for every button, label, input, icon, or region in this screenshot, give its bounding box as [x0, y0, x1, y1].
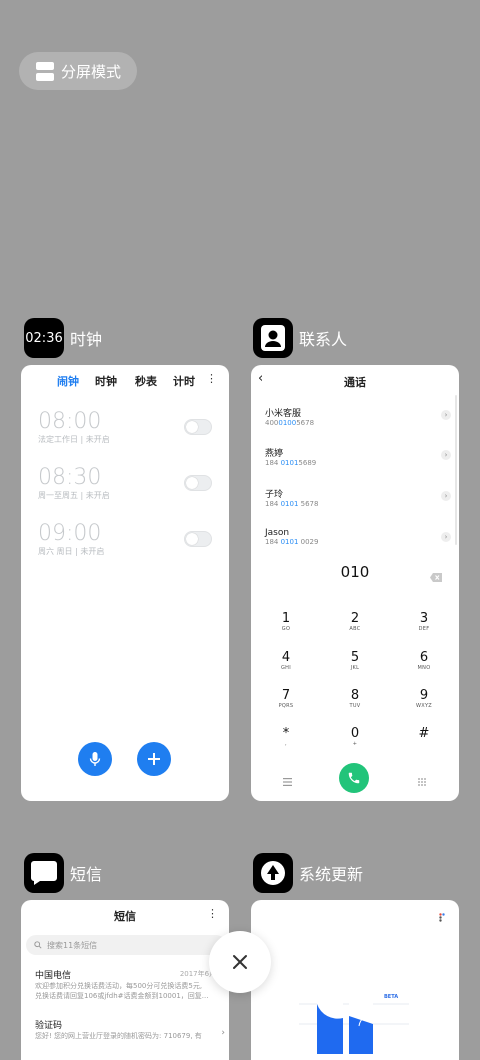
voice-alarm-button[interactable]	[78, 742, 112, 776]
dial-key-2[interactable]: 2 ABC	[325, 612, 385, 633]
update-arrow-icon	[261, 861, 285, 885]
split-screen-label: 分屏模式	[61, 62, 122, 81]
phone-icon	[348, 772, 360, 784]
contacts-app-label: 联系人	[299, 330, 348, 349]
sms-title: 短信	[114, 910, 136, 923]
alarm-item[interactable]: 09:00 周六 周日 | 未开启	[38, 521, 212, 557]
dial-key-9[interactable]: 9 WXYZ	[394, 689, 454, 710]
alarm-repeat: 法定工作日 | 未开启	[38, 435, 110, 444]
dial-input[interactable]: 010	[251, 563, 459, 581]
update-app-header[interactable]: 系统更新	[253, 853, 363, 893]
contact-name: 燕婷	[265, 449, 284, 459]
keypad-toggle-icon[interactable]	[418, 771, 426, 790]
dial-key-7[interactable]: 7 PQRS	[256, 689, 316, 710]
contact-detail-icon[interactable]: ›	[441, 491, 451, 501]
scrollbar[interactable]	[455, 395, 457, 545]
contacts-app-card[interactable]: ‹ 通话 小米客服 40001005678 › 燕婷 184 01015689 …	[251, 365, 459, 801]
contact-number: 184 0101 0029	[265, 538, 319, 546]
search-placeholder: 搜索11条短信	[47, 940, 98, 950]
sms-app-card[interactable]: 短信 ⋮ 搜索11条短信 中国电信 2017年6月30 欢迎参加积分兑换话费活动…	[21, 900, 229, 1060]
tab-alarm[interactable]: 闹钟	[57, 373, 79, 389]
dial-key-star[interactable]: *,	[256, 727, 316, 748]
contacts-app-header[interactable]: 联系人	[253, 318, 347, 358]
clock-app-icon: 02:36	[24, 318, 64, 358]
contacts-app-icon	[253, 318, 293, 358]
sms-search-input[interactable]: 搜索11条短信	[26, 935, 226, 955]
contact-detail-icon[interactable]: ›	[441, 410, 451, 420]
contact-detail-icon[interactable]: ›	[441, 532, 451, 542]
update-illustration: BETA	[299, 994, 409, 1054]
beta-label: BETA	[384, 994, 399, 1000]
contact-name: 子玲	[265, 490, 284, 500]
alarm-item[interactable]: 08:00 法定工作日 | 未开启	[38, 409, 212, 445]
alarm-repeat: 周一至周五 | 未开启	[38, 491, 110, 500]
alarm-item[interactable]: 08:30 周一至周五 | 未开启	[38, 465, 212, 501]
message-item[interactable]: 验证码 您好! 您的网上营业厅登录的随机密码为: 710679, 有 ›	[35, 1018, 225, 1041]
sms-app-label: 短信	[70, 865, 103, 884]
contact-detail-icon[interactable]: ›	[441, 450, 451, 460]
add-alarm-button[interactable]	[137, 742, 171, 776]
alarm-repeat: 周六 周日 | 未开启	[38, 547, 105, 556]
message-bubble-icon	[31, 861, 57, 885]
close-icon	[233, 955, 247, 969]
dialer-title: 通话	[344, 376, 366, 389]
clock-app-header[interactable]: 02:36 时钟	[24, 318, 102, 358]
contact-number: 40001005678	[265, 419, 315, 427]
message-sender: 验证码	[35, 1021, 63, 1031]
contact-row[interactable]: 子玲 184 0101 5678 ›	[265, 487, 451, 508]
contact-number: 184 01015689	[265, 459, 317, 467]
update-app-icon	[253, 853, 293, 893]
clear-all-button[interactable]	[209, 931, 271, 993]
clock-icon-time: 02:36	[25, 330, 63, 346]
call-button[interactable]	[339, 763, 369, 793]
contact-row[interactable]: 小米客服 40001005678 ›	[265, 406, 451, 427]
tab-clock[interactable]: 时钟	[95, 373, 117, 389]
update-app-label: 系统更新	[299, 865, 364, 884]
more-icon[interactable]: ⋮	[207, 907, 218, 920]
plus-icon	[148, 753, 160, 765]
tab-stopwatch[interactable]: 秒表	[135, 373, 157, 389]
microphone-icon	[89, 752, 101, 766]
tab-timer[interactable]: 计时	[173, 373, 195, 389]
contact-card-icon	[261, 325, 285, 351]
menu-icon[interactable]	[283, 771, 292, 790]
dial-key-3[interactable]: 3 DEF	[394, 612, 454, 633]
dial-key-hash[interactable]: #	[394, 727, 454, 741]
split-screen-icon	[36, 61, 54, 81]
sms-app-icon	[24, 853, 64, 893]
message-item[interactable]: 中国电信 2017年6月30 欢迎参加积分兑换话费活动，每500分可兑换话费5元…	[35, 968, 225, 1001]
contact-row[interactable]: 燕婷 184 01015689 ›	[265, 446, 451, 467]
dial-key-8[interactable]: 8 TUV	[325, 689, 385, 710]
dial-key-5[interactable]: 5 JKL	[325, 651, 385, 672]
message-preview: 兑换话费请回复106或jfdh#话费金额到10001，回复...	[35, 992, 209, 1000]
clock-tabs: 闹钟 时钟 秒表 计时 ⋮	[21, 372, 229, 389]
dial-key-6[interactable]: 6 MNO	[394, 651, 454, 672]
search-icon	[34, 941, 42, 949]
dial-key-4[interactable]: 4 GHI	[256, 651, 316, 672]
contact-name: Jason	[265, 528, 290, 538]
dial-key-1[interactable]: 1 GO	[256, 612, 316, 633]
contact-name: 小米客服	[265, 409, 302, 419]
alarm-toggle[interactable]	[184, 419, 212, 435]
clock-app-card[interactable]: 闹钟 时钟 秒表 计时 ⋮ 08:00 法定工作日 | 未开启 08:30 周一…	[21, 365, 229, 801]
dial-key-0[interactable]: 0 +	[325, 727, 385, 748]
update-app-card[interactable]: BETA	[251, 900, 459, 1060]
clock-app-label: 时钟	[70, 330, 103, 349]
split-screen-button[interactable]: 分屏模式	[19, 52, 137, 90]
contact-number: 184 0101 5678	[265, 500, 319, 508]
options-icon[interactable]	[439, 907, 445, 926]
backspace-icon[interactable]	[430, 567, 442, 586]
chevron-right-icon: ›	[221, 1028, 225, 1038]
alarm-toggle[interactable]	[184, 531, 212, 547]
sms-app-header[interactable]: 短信	[24, 853, 102, 893]
alarm-toggle[interactable]	[184, 475, 212, 491]
more-icon[interactable]: ⋮	[206, 372, 217, 385]
contact-row[interactable]: Jason 184 0101 0029 ›	[265, 528, 451, 546]
message-preview: 欢迎参加积分兑换话费活动，每500分可兑换话费5元,	[35, 982, 203, 990]
